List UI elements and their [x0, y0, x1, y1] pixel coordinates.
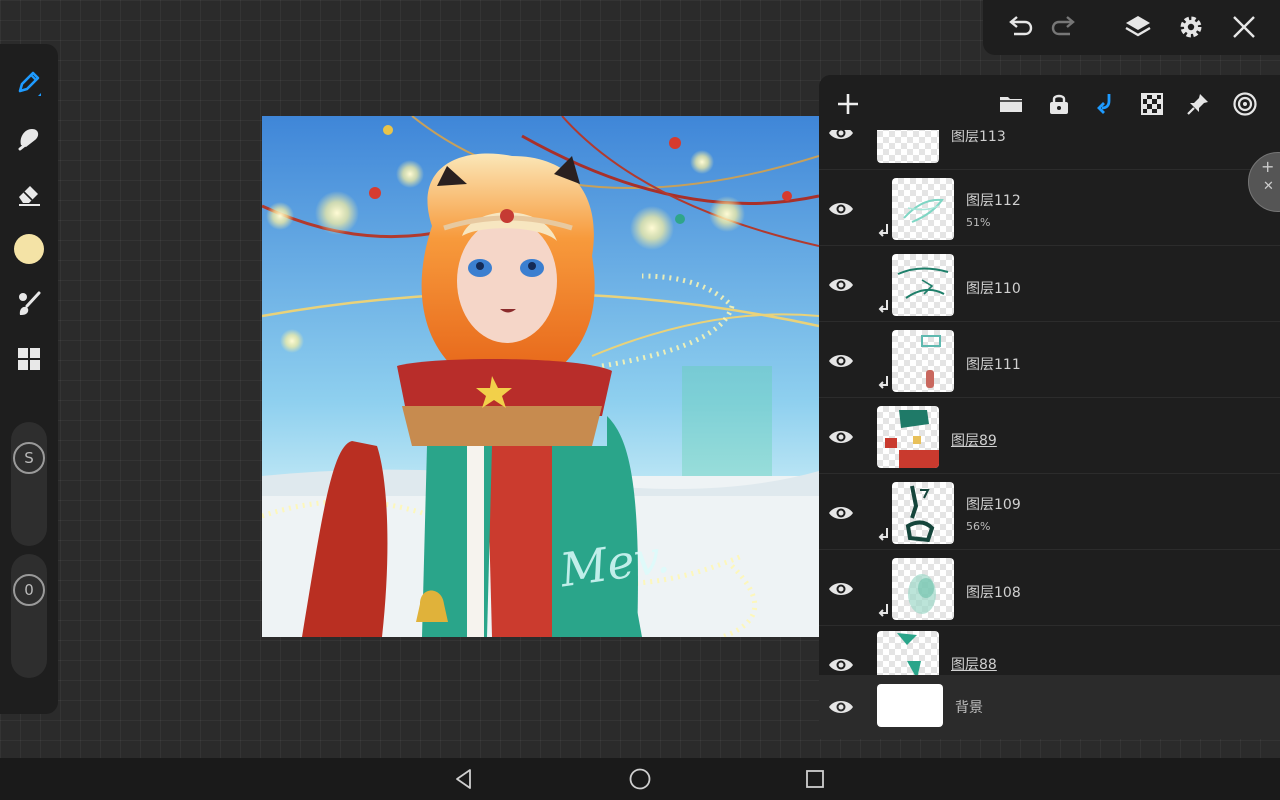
brush-pen-icon[interactable]: [9, 62, 49, 102]
clip-indicator-icon: [877, 603, 891, 621]
blend-target-icon[interactable]: [1229, 88, 1261, 120]
eye-visible-icon[interactable]: [827, 271, 855, 299]
top-bar: [983, 0, 1280, 55]
layers-panel: 图层113 图层112 51% 图层110 图层111 图层89 图层109 5…: [819, 75, 1280, 739]
clip-indicator-icon: [877, 375, 891, 393]
layer-row[interactable]: 图层108: [819, 551, 1280, 626]
clip-arrow-icon[interactable]: [1089, 88, 1121, 120]
left-toolbar: S 0: [0, 44, 58, 714]
settings-icon[interactable]: [1174, 10, 1208, 44]
clip-indicator-icon: [877, 299, 891, 317]
brush-opacity-slider[interactable]: 0: [11, 554, 47, 678]
eye-visible-icon[interactable]: [827, 423, 855, 451]
gallery-grid-icon[interactable]: [9, 339, 49, 379]
add-layer-icon[interactable]: [832, 88, 864, 120]
layer-row[interactable]: 图层111: [819, 323, 1280, 398]
layer-thumbnail: [892, 482, 954, 544]
back-triangle-icon[interactable]: [452, 767, 476, 791]
eraser-icon[interactable]: [9, 174, 49, 214]
layer-name: 图层112: [966, 193, 1021, 209]
layers-icon[interactable]: [1121, 10, 1155, 44]
artwork: [262, 116, 819, 637]
layer-name: 背景: [955, 700, 983, 716]
layer-row[interactable]: 图层89: [819, 399, 1280, 474]
home-circle-icon[interactable]: [628, 767, 652, 791]
layer-thumbnail: [892, 254, 954, 316]
layer-opacity: 56%: [966, 520, 991, 533]
layer-opacity: 51%: [966, 216, 991, 229]
layer-name: 图层110: [966, 281, 1021, 297]
eye-visible-icon[interactable]: [827, 195, 855, 223]
layer-name: 图层111: [966, 357, 1021, 373]
layer-name: 图层109: [966, 497, 1021, 513]
smudge-icon[interactable]: [9, 118, 49, 158]
layer-thumbnail: [892, 178, 954, 240]
redo-icon[interactable]: [1048, 10, 1082, 44]
background-layer-row[interactable]: 背景: [819, 675, 1280, 739]
undo-icon[interactable]: [1002, 10, 1036, 44]
layers-panel-header: [819, 75, 1280, 130]
opacity-slider-knob[interactable]: 0: [13, 574, 45, 606]
brush-size-slider[interactable]: S: [11, 422, 47, 546]
transparency-icon[interactable]: [1136, 88, 1168, 120]
eye-visible-icon[interactable]: [827, 693, 855, 721]
plus-icon: +: [1261, 157, 1275, 176]
recents-square-icon[interactable]: [803, 767, 827, 791]
size-slider-knob[interactable]: S: [13, 442, 45, 474]
layer-name: 图层108: [966, 585, 1021, 601]
eye-visible-icon[interactable]: [827, 575, 855, 603]
system-nav-bar: [0, 758, 1280, 800]
layer-thumbnail: [892, 558, 954, 620]
background-thumbnail: [877, 684, 943, 727]
primary-color-dot[interactable]: [14, 234, 44, 264]
layer-thumbnail: [892, 330, 954, 392]
layer-name: 图层89: [951, 433, 997, 449]
layer-row[interactable]: 图层110: [819, 247, 1280, 322]
lock-icon[interactable]: [1043, 88, 1075, 120]
layer-row[interactable]: 图层109 56%: [819, 475, 1280, 550]
drawing-canvas[interactable]: Mev.: [262, 116, 819, 637]
color-swatch[interactable]: [9, 229, 49, 269]
layer-row[interactable]: 图层112 51%: [819, 171, 1280, 246]
close-small-icon: ✕: [1263, 179, 1274, 194]
close-icon[interactable]: [1227, 10, 1261, 44]
pin-icon[interactable]: [1182, 88, 1214, 120]
eye-visible-icon[interactable]: [827, 347, 855, 375]
eye-visible-icon[interactable]: [827, 499, 855, 527]
layer-name: 图层88: [951, 657, 997, 673]
layer-thumbnail: [877, 406, 939, 468]
folder-icon[interactable]: [995, 88, 1027, 120]
brush-palette-icon[interactable]: [9, 284, 49, 324]
clip-indicator-icon: [877, 527, 891, 545]
clip-indicator-icon: [877, 223, 891, 241]
